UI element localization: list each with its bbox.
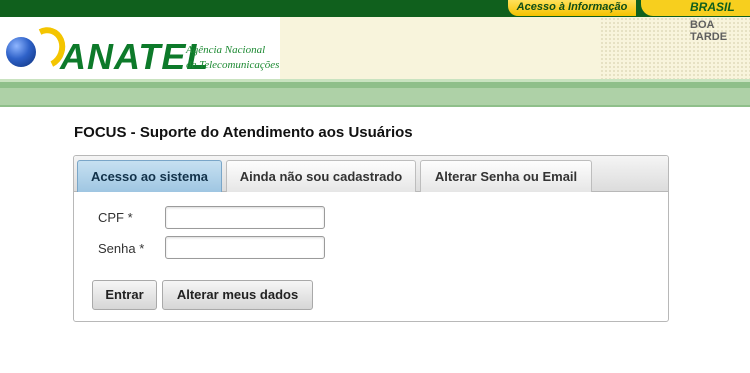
tab-bar: Acesso ao sistema Ainda não sou cadastra… — [74, 156, 668, 192]
senha-input[interactable] — [165, 236, 325, 259]
brasil-label[interactable]: BRASIL — [690, 0, 745, 14]
tab-acesso-ao-sistema[interactable]: Acesso ao sistema — [77, 160, 222, 192]
page-title: FOCUS - Suporte do Atendimento aos Usuár… — [74, 124, 413, 141]
tab-alterar-senha-email[interactable]: Alterar Senha ou Email — [420, 160, 592, 192]
entrar-button[interactable]: Entrar — [92, 280, 157, 310]
header-stripe — [0, 105, 750, 107]
header-stripe — [0, 88, 750, 105]
gov-top-bar — [0, 0, 750, 17]
cpf-input[interactable] — [165, 206, 325, 229]
logo-globe-icon — [6, 37, 36, 67]
agency-name-line1: Agência Nacional — [186, 44, 266, 56]
acesso-informacao-link[interactable]: Acesso à Informação — [508, 0, 636, 16]
greeting-text: BOA TARDE — [690, 19, 728, 43]
login-panel: Acesso ao sistema Ainda não sou cadastra… — [73, 155, 669, 322]
cpf-label: CPF * — [98, 210, 133, 225]
alterar-meus-dados-button[interactable]: Alterar meus dados — [162, 280, 313, 310]
tab-ainda-nao-cadastrado[interactable]: Ainda não sou cadastrado — [226, 160, 416, 192]
agency-name-line2: de Telecomunicações — [186, 59, 280, 71]
senha-label: Senha * — [98, 241, 145, 256]
